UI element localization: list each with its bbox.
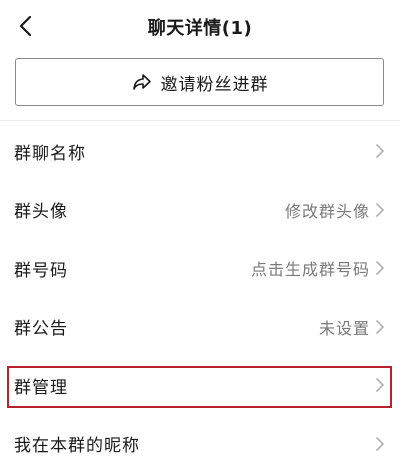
- row-value: 未设置: [318, 318, 370, 338]
- row-label: 群号码: [14, 260, 68, 281]
- row-value: 点击生成群号码: [250, 260, 370, 280]
- group-avatar-row[interactable]: 群头像 修改群头像: [0, 181, 400, 240]
- nav-bar: 聊天详情(1): [0, 0, 400, 52]
- row-label: 群管理: [14, 377, 68, 398]
- settings-list: 群聊名称 群头像 修改群头像 群号码 点击生成群号码 群公告 未设置 群管理 我…: [0, 122, 400, 473]
- row-label: 群公告: [14, 319, 68, 340]
- chevron-right-icon: [372, 377, 388, 393]
- chevron-right-icon: [372, 143, 388, 159]
- share-icon: [131, 71, 153, 93]
- chevron-right-icon: [372, 319, 388, 335]
- group-management-row[interactable]: 群管理: [0, 356, 400, 415]
- section-divider: [0, 120, 400, 121]
- chat-details-screen: 聊天详情(1) 邀请粉丝进群 群聊名称 群头像 修改群头像 群号码 点击生成群号…: [0, 0, 400, 476]
- page-title: 聊天详情(1): [147, 18, 253, 39]
- row-label: 群头像: [14, 202, 68, 223]
- chevron-right-icon: [372, 436, 388, 452]
- chevron-right-icon: [372, 202, 388, 218]
- group-number-row[interactable]: 群号码 点击生成群号码: [0, 239, 400, 298]
- row-label: 群聊名称: [14, 143, 86, 164]
- chevron-right-icon: [372, 260, 388, 276]
- invite-fans-button[interactable]: 邀请粉丝进群: [15, 58, 384, 106]
- row-label: 我在本群的昵称: [14, 436, 140, 457]
- group-name-row[interactable]: 群聊名称: [0, 122, 400, 181]
- row-value: 修改群头像: [284, 201, 370, 221]
- invite-fans-label: 邀请粉丝进群: [160, 74, 269, 95]
- my-group-nickname-row[interactable]: 我在本群的昵称: [0, 415, 400, 474]
- group-notice-row[interactable]: 群公告 未设置: [0, 298, 400, 357]
